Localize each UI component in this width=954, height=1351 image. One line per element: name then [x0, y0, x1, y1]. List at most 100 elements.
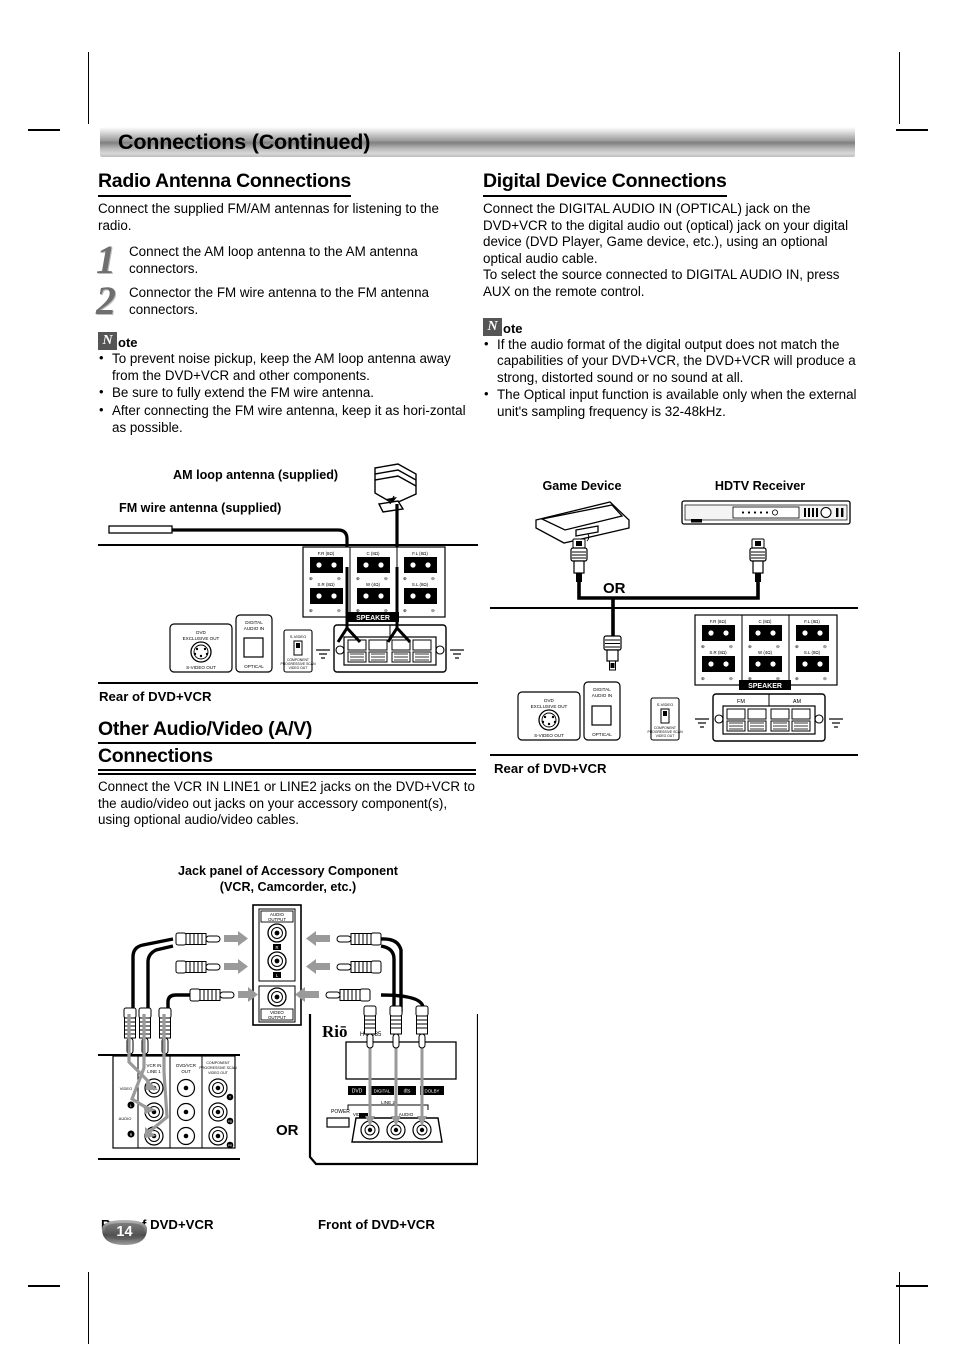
svg-text:OPTICAL: OPTICAL — [592, 732, 612, 737]
heading-radio-antenna: Radio Antenna Connections — [98, 170, 351, 197]
note-header: N ote — [98, 330, 476, 351]
svg-text:dts: dts — [404, 1089, 411, 1095]
svg-text:PROGRESSIVE SCAN: PROGRESSIVE SCAN — [199, 1066, 237, 1070]
note-header: N ote — [483, 316, 858, 336]
svg-text:SPEAKER: SPEAKER — [356, 615, 390, 622]
heading-other-av-line2: Connections — [98, 745, 476, 771]
crop-mark-bottom-right-h — [896, 1285, 928, 1287]
other-av-section: Other Audio/Video (A/V) Connections Conn… — [98, 718, 476, 829]
svg-text:⊖: ⊖ — [337, 576, 341, 581]
svg-text:LINE 1: LINE 1 — [147, 1069, 161, 1074]
heading-digital-device: Digital Device Connections — [483, 170, 727, 197]
svg-text:AM: AM — [793, 699, 802, 705]
svg-text:VIDEO OUT: VIDEO OUT — [208, 1071, 229, 1075]
svg-text:VIDEO OUT: VIDEO OUT — [289, 666, 308, 670]
note-block-digital: N ote If the audio format of the digital… — [483, 316, 858, 421]
svg-text:⊕: ⊕ — [309, 608, 313, 613]
svg-text:⊕: ⊕ — [403, 576, 407, 581]
svg-text:EXCLUSIVE OUT: EXCLUSIVE OUT — [531, 704, 568, 709]
svg-text:SPEAKER: SPEAKER — [748, 683, 782, 690]
svg-text:DIGITAL: DIGITAL — [245, 620, 263, 625]
crop-mark-top-left — [88, 52, 89, 124]
svg-text:⊖: ⊖ — [823, 676, 827, 681]
crop-mark-top-right-h — [896, 129, 928, 131]
svg-text:FM: FM — [737, 699, 745, 705]
svg-text:DIGITAL: DIGITAL — [374, 1089, 391, 1094]
note-block-radio: N ote To prevent noise pickup, keep the … — [98, 330, 476, 436]
svg-text:DIGITAL: DIGITAL — [593, 687, 611, 692]
banner-title: Connections (Continued) — [118, 130, 371, 154]
other-av-intro: Connect the VCR IN LINE1 or LINE2 jacks … — [98, 779, 475, 828]
svg-text:S-VIDEO OUT: S-VIDEO OUT — [186, 665, 216, 670]
svg-text:W (4Ω): W (4Ω) — [366, 582, 381, 587]
radio-antenna-intro: Connect the supplied FM/AM antennas for … — [98, 201, 439, 233]
svg-text:C (8Ω): C (8Ω) — [366, 551, 380, 556]
svg-text:⊖: ⊖ — [729, 676, 733, 681]
page-number-badge: 14 — [100, 1219, 149, 1246]
figure-av-connections: Jack panel of Accessory Component (VCR, … — [98, 862, 478, 1232]
svg-text:POWER: POWER — [331, 1109, 350, 1115]
svg-text:S-VIDEO: S-VIDEO — [657, 702, 673, 707]
digital-device-intro-2: To select the source connected to DIGITA… — [483, 267, 840, 299]
crop-mark-bottom-right — [899, 1272, 900, 1344]
svg-text:W (4Ω): W (4Ω) — [758, 650, 773, 655]
av-caption-front: Front of DVD+VCR — [318, 1217, 435, 1232]
digital-figure-caption: Rear of DVD+VCR — [494, 761, 607, 776]
manual-page: Connections (Continued) Radio Antenna Co… — [0, 0, 954, 1351]
step-text: Connect the AM loop antenna to the AM an… — [129, 244, 418, 276]
svg-text:⊖: ⊖ — [776, 644, 780, 649]
svg-text:AUDIO IN: AUDIO IN — [244, 626, 264, 631]
svg-text:⊕: ⊕ — [356, 576, 360, 581]
crop-mark-top-right — [899, 52, 900, 124]
crop-mark-bottom-left — [88, 1272, 89, 1344]
radio-antenna-steps: 1 Connect the AM loop antenna to the AM … — [96, 240, 476, 321]
svg-text:F.L (8Ω): F.L (8Ω) — [804, 619, 820, 624]
svg-text:DVD: DVD — [544, 698, 554, 703]
svg-text:DVD/VCR: DVD/VCR — [176, 1063, 196, 1068]
note-label: ote — [503, 320, 523, 336]
svg-text:OUTPUT: OUTPUT — [268, 1015, 286, 1020]
digital-or-label: OR — [603, 580, 626, 597]
svg-text:⊖: ⊖ — [431, 576, 435, 581]
svg-text:R: R — [130, 1133, 133, 1137]
note-item: If the audio format of the digital outpu… — [483, 336, 858, 387]
svg-text:S.R (8Ω): S.R (8Ω) — [317, 582, 335, 587]
svg-text:AUDIO: AUDIO — [119, 1116, 132, 1121]
heading-other-av: Other Audio/Video (A/V) Connections — [98, 718, 476, 775]
svg-text:DVD: DVD — [352, 1089, 363, 1095]
svg-text:S-VIDEO: S-VIDEO — [290, 634, 306, 639]
note-item: The Optical input function is available … — [483, 386, 858, 420]
crop-mark-bottom-left-h — [28, 1285, 60, 1287]
svg-text:PB: PB — [228, 1120, 232, 1124]
digital-device-diagram-svg: F.R (8Ω) C (8Ω) F.L (8Ω) S.R (8Ω) W (4Ω) S.L… — [490, 500, 858, 756]
svg-text:S-VIDEO OUT: S-VIDEO OUT — [534, 733, 564, 738]
svg-text:C (8Ω): C (8Ω) — [758, 619, 772, 624]
svg-text:⊖: ⊖ — [823, 644, 827, 649]
svg-text:OUT: OUT — [181, 1069, 191, 1074]
heading-other-av-line1: Other Audio/Video (A/V) — [98, 718, 476, 744]
svg-text:⊕: ⊕ — [701, 644, 705, 649]
svg-text:L: L — [130, 1104, 132, 1108]
svg-text:S.R (8Ω): S.R (8Ω) — [709, 650, 727, 655]
note-list: To prevent noise pickup, keep the AM loo… — [98, 350, 476, 436]
svg-text:⊕: ⊕ — [701, 676, 705, 681]
note-item: After connecting the FM wire antenna, ke… — [98, 402, 476, 436]
hdtv-receiver-label: HDTV Receiver — [714, 479, 806, 493]
svg-text:S.L (8Ω): S.L (8Ω) — [412, 582, 429, 587]
av-or-label: OR — [276, 1122, 299, 1139]
av-figure-title-line2: (VCR, Camcorder, etc.) — [219, 880, 357, 894]
figure-antenna-connections: AM loop antenna (supplied) FM wire anten… — [98, 460, 478, 710]
figure-digital-device: Game Device HDTV Receiver F.R (8Ω) C (8Ω… — [490, 476, 858, 786]
av-diagram-svg: AUDIO OUTPUT R L VIDEO OUTPUT VCR IN LIN… — [98, 904, 478, 1166]
note-list: If the audio format of the digital outpu… — [483, 336, 858, 421]
svg-text:F.L (8Ω): F.L (8Ω) — [412, 551, 428, 556]
svg-text:F.R (8Ω): F.R (8Ω) — [710, 619, 727, 624]
svg-text:S.L (8Ω): S.L (8Ω) — [804, 650, 821, 655]
svg-text:DOLBY: DOLBY — [425, 1089, 440, 1094]
svg-text:⊕: ⊕ — [403, 608, 407, 613]
svg-text:Riō: Riō — [322, 1022, 348, 1041]
note-item: To prevent noise pickup, keep the AM loo… — [98, 350, 476, 384]
note-badge-icon: N — [483, 317, 502, 336]
am-loop-antenna-label: AM loop antenna (supplied) — [173, 468, 339, 482]
left-column: Radio Antenna Connections Connect the su… — [96, 170, 476, 436]
